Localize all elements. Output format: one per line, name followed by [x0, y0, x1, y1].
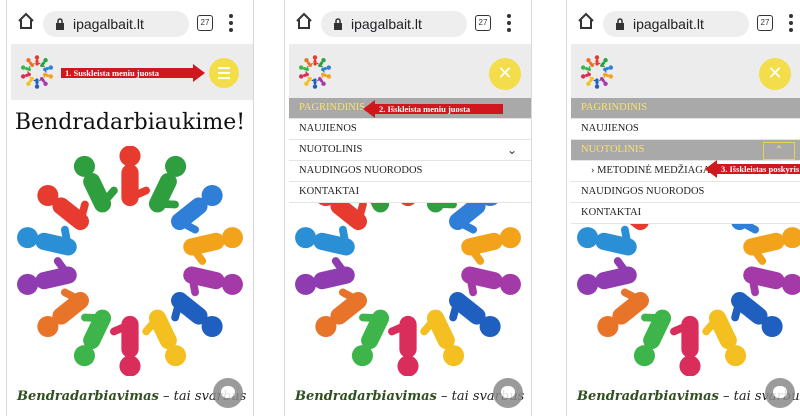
annotation-label: 1. Suskleista meniu juosta — [61, 68, 193, 78]
url-bar[interactable]: ipagalbait.lt — [321, 11, 467, 37]
annotation-label: 3. Išskleistas poskyris — [717, 164, 800, 174]
logo[interactable] — [579, 54, 615, 90]
browser-toolbar: ipagalbait.lt 27 — [7, 0, 253, 44]
page-title: Bendradarbiaukime! — [14, 110, 246, 135]
logo[interactable] — [19, 54, 55, 90]
logo[interactable] — [297, 54, 333, 90]
menu-item-naudingos-nuorodos[interactable]: NAUDINGOS NUORODOS — [571, 182, 800, 203]
phone-screen-expanded: ipagalbait.lt 27 ✕ PAGRINDINIS NAUJIENOS… — [284, 0, 532, 416]
tab-switcher-icon[interactable]: 27 — [475, 15, 491, 31]
url-text: ipagalbait.lt — [351, 16, 422, 32]
chevron-down-icon[interactable]: ⌄ — [507, 140, 517, 160]
home-icon[interactable] — [577, 12, 595, 30]
url-bar[interactable]: ipagalbait.lt — [603, 11, 749, 37]
annotation-arrow: 1. Suskleista meniu juosta — [61, 64, 205, 82]
menu-item-kontaktai[interactable]: KONTAKTAI — [289, 182, 531, 203]
phone-screen-submenu: ipagalbait.lt 27 ✕ PAGRINDINIS NAUJIENOS… — [566, 0, 800, 416]
menu-item-naudingos-nuorodos[interactable]: NAUDINGOS NUORODOS — [289, 161, 531, 182]
site-header: ✕ — [571, 44, 800, 100]
chevron-up-icon[interactable]: ⌃ — [763, 142, 795, 160]
url-bar[interactable]: ipagalbait.lt — [43, 11, 189, 37]
lock-icon — [616, 18, 624, 30]
bottom-text: Bendradarbiavimas – tai svarbus — [17, 389, 247, 404]
kebab-menu-icon[interactable] — [789, 14, 793, 32]
close-icon[interactable]: ✕ — [489, 58, 521, 90]
site-header: ✕ — [289, 44, 531, 100]
menu-item-kontaktai[interactable]: KONTAKTAI — [571, 203, 800, 224]
people-circle-illustration — [17, 146, 243, 376]
lock-icon — [334, 18, 342, 30]
tab-switcher-icon[interactable]: 27 — [197, 15, 213, 31]
tab-switcher-icon[interactable]: 27 — [757, 15, 773, 31]
site-header: 1. Suskleista meniu juosta — [11, 44, 253, 100]
browser-toolbar: ipagalbait.lt 27 — [285, 0, 531, 44]
menu-item-label: NUOTOLINIS — [299, 144, 363, 155]
menu-item-naujienos[interactable]: NAUJIENOS — [571, 119, 800, 140]
close-icon[interactable]: ✕ — [759, 58, 791, 90]
phone-screen-collapsed: ipagalbait.lt 27 1. Suskleista meniu juo… — [6, 0, 254, 416]
bottom-text: Bendradarbiavimas – tai svarbus — [295, 389, 525, 404]
chat-icon[interactable] — [765, 378, 795, 408]
menu-item-label: NUOTOLINIS — [581, 144, 645, 155]
kebab-menu-icon[interactable] — [229, 14, 233, 32]
chat-icon[interactable] — [213, 378, 243, 408]
home-icon[interactable] — [295, 12, 313, 30]
hamburger-icon[interactable] — [209, 58, 239, 88]
url-text: ipagalbait.lt — [633, 16, 704, 32]
menu-item-nuotolinis[interactable]: NUOTOLINIS ⌃ — [571, 140, 800, 161]
home-icon[interactable] — [17, 12, 35, 30]
annotation-label: 2. Išskleista meniu juosta — [375, 104, 503, 114]
kebab-menu-icon[interactable] — [507, 14, 511, 32]
annotation-arrow: 2. Išskleista meniu juosta — [363, 100, 503, 118]
menu-item-nuotolinis[interactable]: NUOTOLINIS ⌄ — [289, 140, 531, 161]
chat-icon[interactable] — [493, 378, 523, 408]
browser-toolbar: ipagalbait.lt 27 — [567, 0, 800, 44]
annotation-arrow: 3. Išskleistas poskyris — [705, 160, 800, 178]
menu-item-pagrindinis[interactable]: PAGRINDINIS — [571, 98, 800, 119]
url-text: ipagalbait.lt — [73, 16, 144, 32]
menu-item-naujienos[interactable]: NAUJIENOS — [289, 119, 531, 140]
lock-icon — [56, 18, 64, 30]
